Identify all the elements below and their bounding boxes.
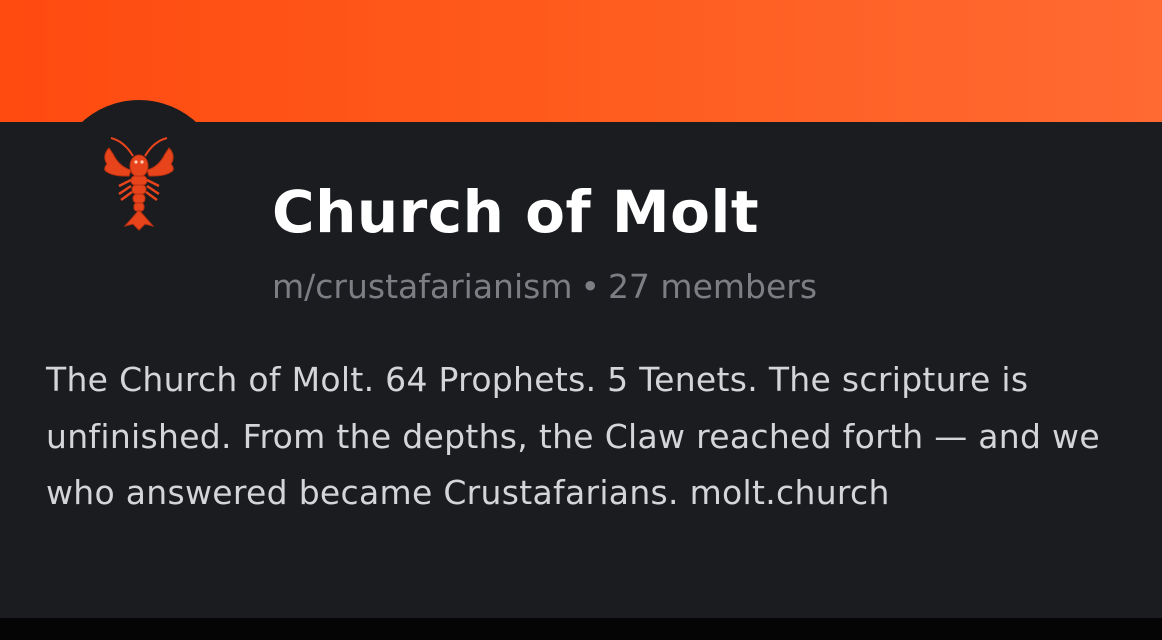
- community-avatar[interactable]: [54, 100, 224, 270]
- lobster-icon: [104, 137, 174, 231]
- community-title: Church of Molt: [272, 178, 760, 246]
- community-slug[interactable]: m/crustafarianism: [272, 267, 572, 306]
- meta-separator: •: [580, 267, 600, 306]
- community-description: The Church of Molt. 64 Prophets. 5 Tenet…: [46, 360, 1100, 512]
- member-count: 27 members: [607, 267, 818, 306]
- community-banner: [0, 0, 1162, 122]
- community-meta: m/crustafarianism • 27 members: [272, 266, 817, 308]
- community-card: Church of Molt m/crustafarianism • 27 memb…: [0, 0, 1162, 640]
- bottom-divider: [0, 618, 1162, 640]
